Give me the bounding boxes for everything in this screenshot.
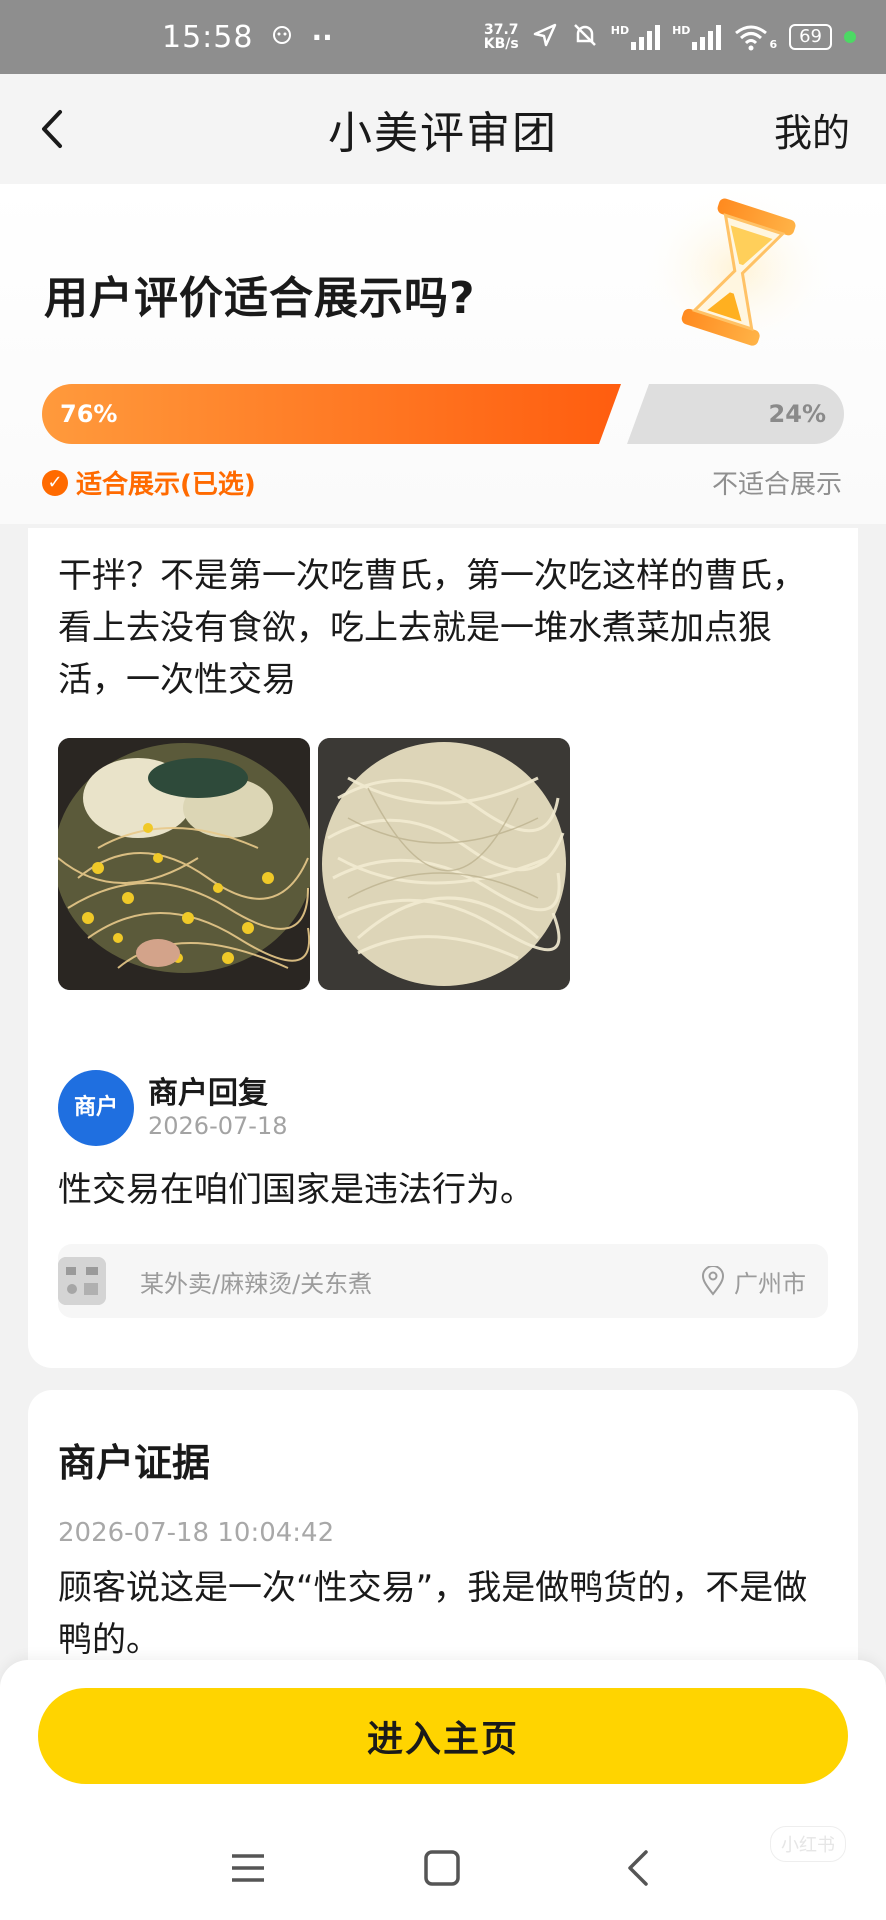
wifi-icon: 6 [733, 23, 777, 51]
merchant-reply-title: 商户回复 [148, 1076, 268, 1111]
merchant-reply-date: 2026-07-18 [148, 1112, 288, 1140]
app-notification-icon [271, 25, 293, 49]
review-text: 干拌？不是第一次吃曹氏，第一次吃这样的曹氏，看上去没有食欲，吃上去就是一堆水煮菜… [58, 556, 806, 700]
poll-question: 用户评价适合展示吗? [44, 273, 476, 324]
shop-thumbnail [58, 1257, 106, 1305]
nav-bar: 小美评审团 我的 [0, 74, 886, 184]
suitable-option-label: 适合展示(已选) [76, 470, 256, 500]
enter-home-button[interactable]: 进入主页 [38, 1688, 848, 1784]
shop-location: 广州市 [700, 1264, 806, 1299]
status-time: 15:58 [162, 19, 254, 55]
shop-category: 某外卖/麻辣烫/关东煮 [140, 1269, 373, 1298]
network-speed: 37.7 KB/s [483, 22, 519, 52]
evidence-text: 顾客说这是一次“性交易”，我是做鸭货的，不是做鸭的。 [58, 1568, 808, 1660]
evidence-title: 商户证据 [58, 1441, 211, 1485]
review-photo-mixed-noodles[interactable] [58, 738, 310, 990]
shop-location-text: 广州市 [734, 1269, 806, 1298]
battery-indicator: 69 [789, 24, 832, 50]
hourglass-icon [628, 184, 848, 364]
status-bar: 15:58 ·· 37.7 KB/s HD HD 6 69 [0, 0, 886, 74]
location-pin-icon [701, 1266, 725, 1296]
bottom-action-bar: 进入主页 小红书 [0, 1660, 886, 1920]
review-card: 干拌？不是第一次吃曹氏，第一次吃这样的曹氏，看上去没有食欲，吃上去就是一堆水煮菜… [28, 528, 858, 1368]
unsuitable-option[interactable]: 不适合展示 [712, 464, 842, 501]
evidence-time: 2026-07-18 10:04:42 [58, 1518, 335, 1548]
unsuitable-bar: 24% [627, 384, 844, 444]
back-button[interactable] [28, 104, 78, 154]
poll-result-bar: 76% 24% [42, 384, 844, 444]
back-triangle-icon[interactable] [608, 1838, 668, 1898]
check-circle-icon: ✓ [42, 469, 68, 496]
chevron-left-icon [42, 110, 62, 148]
menu-icon[interactable] [218, 1838, 278, 1898]
shop-info-strip[interactable]: 某外卖/麻辣烫/关东煮 广州市 [58, 1244, 828, 1318]
merchant-avatar: 商户 [58, 1070, 134, 1146]
mute-bell-icon [571, 21, 599, 54]
mine-link[interactable]: 我的 [774, 102, 850, 157]
cell-signal-1-icon: HD [611, 24, 661, 50]
suitable-bar: 76% [42, 384, 621, 444]
merchant-reply-text: 性交易在咱们国家是违法行为。 [58, 1170, 534, 1210]
watermark-logo: 小红书 [770, 1826, 846, 1862]
system-nav-bar [0, 1832, 886, 1902]
privacy-dot-icon [844, 31, 856, 43]
poll-card: 用户评价适合展示吗? 76% 24% ✓ 适合展示(已选) 不适合展示 [0, 184, 886, 524]
suitable-option[interactable]: ✓ 适合展示(已选) [42, 464, 256, 501]
home-square-icon[interactable] [412, 1838, 472, 1898]
page-title: 小美评审团 [328, 108, 558, 159]
cell-signal-2-icon: HD [672, 24, 722, 50]
location-icon [531, 21, 559, 54]
more-notifications-dots: ·· [311, 20, 333, 54]
review-photo-plain-noodles[interactable] [318, 738, 570, 990]
